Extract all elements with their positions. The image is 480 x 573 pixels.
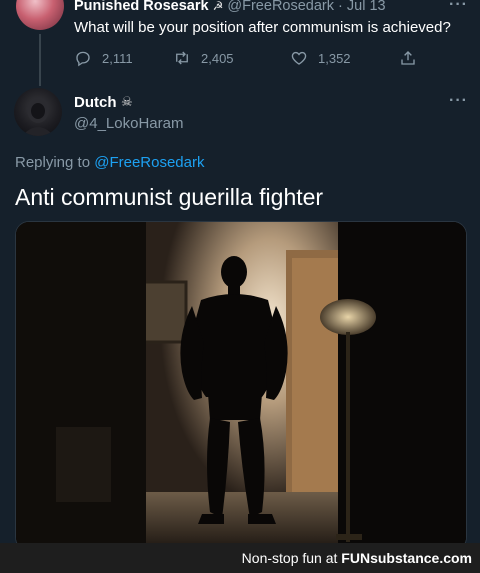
parent-action-bar: 2,111 2,405 1,352 [74,49,424,71]
tweet-media-photo[interactable] [15,221,467,551]
reply-button[interactable]: 2,111 [74,49,133,67]
parent-tweet-text: What will be your position after communi… [74,19,451,36]
parent-name-emoji: ☭ [212,0,224,13]
share-icon [401,51,415,65]
watermark-text: Non-stop fun at FUNsubstance.com [242,550,472,566]
retweet-button[interactable]: 2,405 [173,49,234,67]
replying-to-line: Replying to @FreeRosedark [15,154,205,171]
replying-prefix: Replying to [15,154,91,171]
heart-icon [291,51,307,65]
retweet-icon [176,51,188,65]
thread-line [39,34,41,86]
like-count: 1,352 [318,50,351,66]
reply-tweet-text: Anti communist guerilla fighter [15,184,324,210]
parent-display-name[interactable]: Punished Rosesark [74,0,209,14]
like-button[interactable]: 1,352 [290,49,351,67]
watermark-prefix: Non-stop fun at [241,550,338,566]
parent-handle[interactable]: @FreeRosedark [227,0,334,14]
reply-icon [76,51,90,67]
reply-display-name[interactable]: Dutch [74,94,117,111]
retweet-count: 2,405 [201,50,234,66]
reply-handle[interactable]: @4_LokoHaram [74,115,183,132]
parent-more-icon[interactable]: ··· [449,0,468,14]
reply-avatar[interactable] [14,88,62,136]
watermark-brand: FUNsubstance.com [341,550,472,566]
replying-to-link[interactable]: @FreeRosedark [94,154,204,171]
watermark-bar: Non-stop fun at FUNsubstance.com [0,543,480,573]
share-button[interactable] [399,49,427,67]
parent-separator: · [338,0,343,14]
skull-crossbones-icon: ☠ [121,94,133,109]
parent-avatar[interactable] [16,0,64,30]
reply-more-icon[interactable]: ··· [449,92,468,110]
hooded-figure-icon [22,97,54,136]
parent-tweet-header: Punished Rosesark ☭ @FreeRosedark · Jul … [74,0,386,14]
dark-room-silhouette-photo [16,222,466,550]
reply-count: 2,111 [102,50,133,66]
parent-date[interactable]: Jul 13 [347,0,386,14]
